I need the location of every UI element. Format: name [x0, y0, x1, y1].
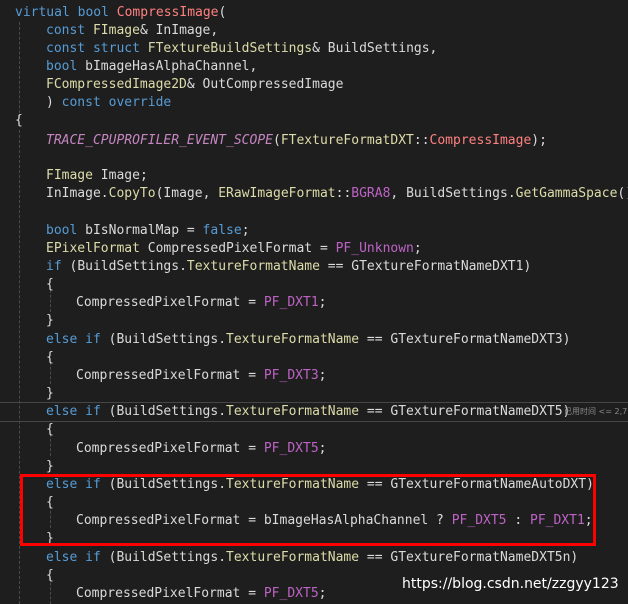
code-line: const FImage& InImage, [46, 23, 219, 38]
code-line: bool bIsNormalMap = false; [46, 223, 250, 238]
code-line: CompressedPixelFormat = PF_DXT5; [76, 441, 327, 456]
code-line: else if (BuildSettings.TextureFormatName… [46, 550, 579, 565]
code-line: else if (BuildSettings.TextureFormatName… [46, 332, 571, 347]
code-line: EPixelFormat CompressedPixelFormat = PF_… [46, 241, 422, 256]
code-line: { [46, 422, 54, 437]
code-line: ) const override [46, 95, 172, 110]
code-line: const struct FTextureBuildSettings& Buil… [46, 41, 438, 56]
code-line: FCompressedImage2D& OutCompressedImage [46, 77, 344, 92]
watermark-url: https://blog.csdn.net/zzgyy123 [402, 576, 619, 592]
code-line: if (BuildSettings.TextureFormatName == G… [46, 259, 532, 274]
indent-guide [19, 22, 20, 118]
highlight-annotation-box [20, 474, 596, 546]
code-line: { [15, 113, 23, 128]
code-line: } [46, 313, 54, 328]
code-line: CompressedPixelFormat = PF_DXT1; [76, 295, 327, 310]
code-line: } [46, 386, 54, 401]
code-line: InImage.CopyTo(Image, ERawImageFormat::B… [46, 186, 628, 201]
code-line: bool bImageHasAlphaChannel, [46, 59, 258, 74]
code-line: TRACE_CPUPROFILER_EVENT_SCOPE(FTextureFo… [46, 133, 547, 148]
code-line: { [46, 277, 54, 292]
code-line: CompressedPixelFormat = PF_DXT3; [76, 368, 327, 383]
code-line: else if (BuildSettings.TextureFormatName… [46, 404, 571, 419]
code-line: { [46, 350, 54, 365]
code-line: FImage Image; [46, 168, 148, 183]
code-line: virtual bool CompressImage( [15, 5, 227, 20]
codelens-elapsed-time[interactable]: 已用时间 <= 2,777 [564, 406, 628, 417]
code-editor[interactable]: virtual bool CompressImage( const FImage… [0, 0, 628, 604]
